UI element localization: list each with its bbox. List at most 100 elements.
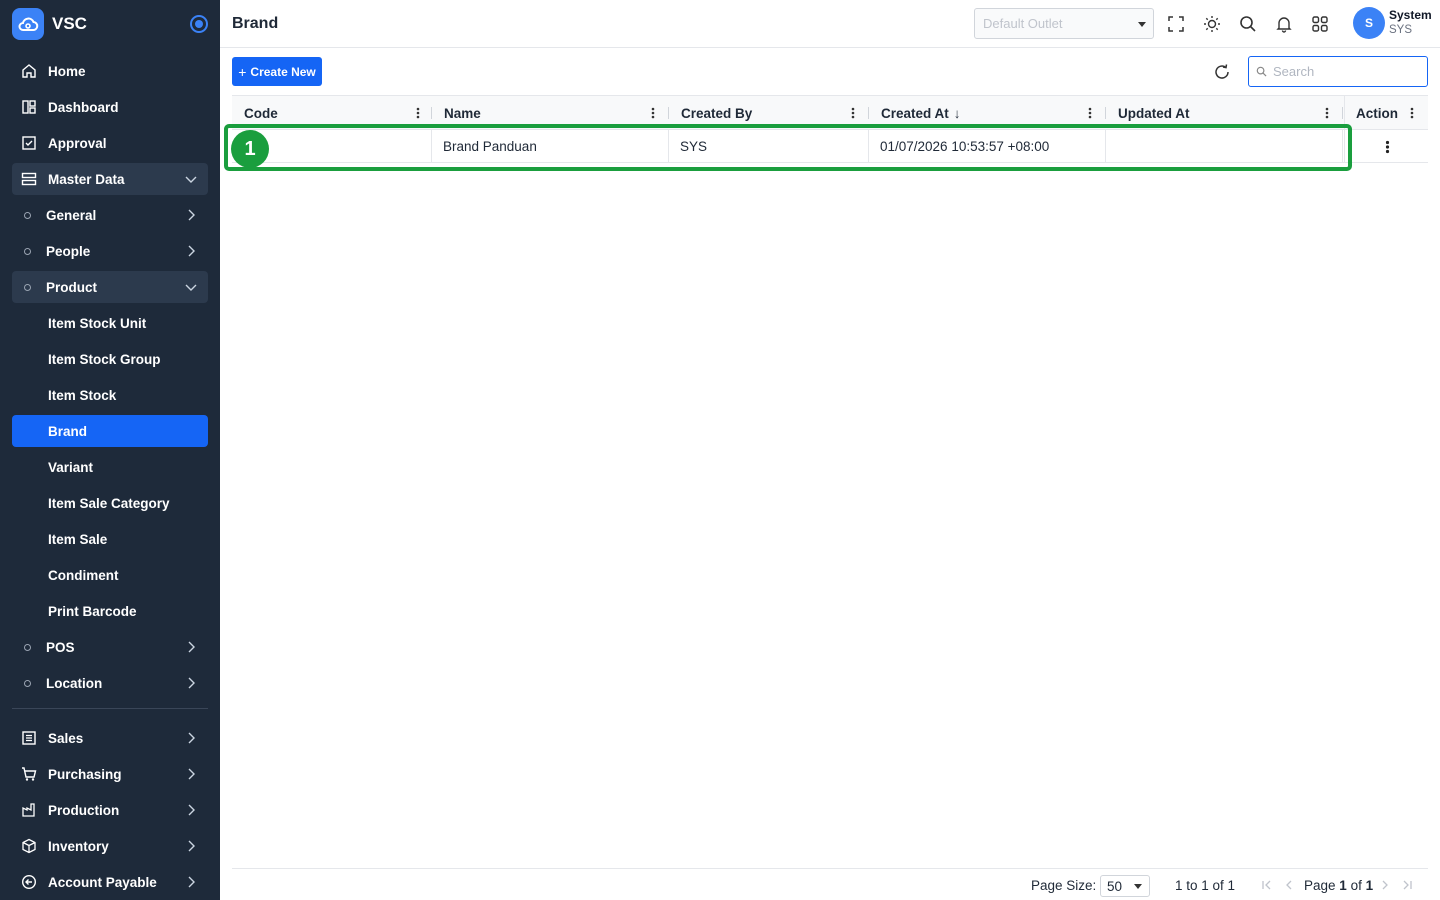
chevron-right-icon — [188, 677, 195, 689]
sidebar-item-label: Inventory — [48, 838, 109, 854]
sidebar: VSC Home Dashboard Approval Master Data … — [0, 0, 220, 900]
sidebar-item-label: Production — [48, 802, 120, 818]
sidebar-item-label: People — [46, 243, 91, 259]
sidebar-item-label: Product — [46, 279, 98, 295]
sidebar-item-label: Dashboard — [48, 99, 119, 115]
sidebar-item-label: Brand — [48, 423, 88, 439]
sidebar-item-approval[interactable]: Approval — [12, 127, 208, 159]
sidebar-item-master-data[interactable]: Master Data — [12, 163, 208, 195]
search-input[interactable] — [1273, 64, 1413, 79]
sidebar-item-location[interactable]: Location — [12, 667, 208, 699]
first-page-icon[interactable] — [1261, 879, 1273, 891]
sidebar-item-label: Account Payable — [48, 874, 157, 890]
column-header-action: Action — [1344, 96, 1428, 130]
fullscreen-icon[interactable] — [1166, 14, 1186, 34]
chevron-right-icon — [188, 804, 195, 816]
theme-sun-icon[interactable] — [1202, 14, 1222, 34]
next-page-icon[interactable] — [1379, 879, 1391, 891]
sidebar-item-variant[interactable]: Variant — [12, 451, 208, 483]
sidebar-item-item-stock-unit[interactable]: Item Stock Unit — [12, 307, 208, 339]
box-icon — [20, 837, 38, 855]
sidebar-collapse-toggle[interactable] — [190, 15, 208, 33]
column-header-label: Name — [444, 105, 481, 121]
column-menu-icon[interactable] — [1325, 107, 1329, 119]
sidebar-brand: VSC — [0, 0, 220, 48]
caret-down-icon — [1134, 884, 1142, 889]
sidebar-item-production[interactable]: Production — [12, 794, 208, 826]
sidebar-item-inventory[interactable]: Inventory — [12, 830, 208, 862]
sidebar-item-product[interactable]: Product — [12, 271, 208, 303]
sidebar-item-print-barcode[interactable]: Print Barcode — [12, 595, 208, 627]
column-menu-icon[interactable] — [1088, 107, 1092, 119]
bullet-icon — [24, 247, 31, 255]
previous-page-icon[interactable] — [1283, 879, 1295, 891]
sidebar-item-label: Print Barcode — [48, 603, 137, 619]
chevron-down-icon — [185, 176, 197, 183]
user-name: System — [1389, 8, 1432, 22]
create-new-button[interactable]: + Create New — [232, 57, 322, 86]
column-menu-icon[interactable] — [651, 107, 655, 119]
apps-grid-icon[interactable] — [1310, 14, 1330, 34]
master-data-icon — [20, 170, 38, 188]
annotation-marker: 1 — [231, 130, 269, 168]
bullet-icon — [24, 211, 31, 219]
sidebar-item-sales[interactable]: Sales — [12, 722, 208, 754]
sidebar-nav: Home Dashboard Approval Master Data Gene… — [12, 55, 208, 900]
column-menu-icon[interactable] — [1410, 107, 1414, 119]
sidebar-item-label: Location — [46, 675, 103, 691]
refresh-icon[interactable] — [1212, 62, 1232, 82]
search-icon[interactable] — [1238, 14, 1258, 34]
outlet-select[interactable]: Default Outlet — [974, 8, 1154, 39]
chevron-right-icon — [188, 840, 195, 852]
search-box[interactable] — [1248, 56, 1428, 87]
sidebar-item-account-payable[interactable]: Account Payable — [12, 866, 208, 898]
sidebar-item-general[interactable]: General — [12, 199, 208, 231]
sidebar-divider — [12, 708, 208, 709]
column-separator[interactable] — [1342, 107, 1343, 119]
chevron-right-icon — [188, 876, 195, 888]
sidebar-item-label: Purchasing — [48, 766, 122, 782]
user-code: SYS — [1389, 24, 1413, 36]
sidebar-item-item-sale-category[interactable]: Item Sale Category — [12, 487, 208, 519]
sidebar-item-item-sale[interactable]: Item Sale — [12, 523, 208, 555]
bullet-icon — [24, 283, 31, 291]
sidebar-item-label: Item Stock — [48, 387, 117, 403]
column-menu-icon[interactable] — [851, 107, 855, 119]
column-menu-icon[interactable] — [416, 107, 420, 119]
column-header-label: Created By — [681, 105, 753, 121]
sidebar-item-item-stock-group[interactable]: Item Stock Group — [12, 343, 208, 375]
sidebar-item-home[interactable]: Home — [12, 55, 208, 87]
annotation-highlight-box — [224, 124, 1352, 171]
sidebar-item-pos[interactable]: POS — [12, 631, 208, 663]
sidebar-item-label: Master Data — [48, 171, 125, 187]
cart-icon — [20, 765, 38, 783]
avatar[interactable]: S — [1353, 7, 1385, 39]
sidebar-item-label: Item Stock Unit — [48, 315, 147, 331]
sidebar-item-people[interactable]: People — [12, 235, 208, 267]
last-page-icon[interactable] — [1401, 879, 1413, 891]
row-actions-menu-icon[interactable] — [1385, 140, 1390, 154]
page-title: Brand — [232, 14, 279, 32]
column-header-label: Code — [244, 105, 278, 121]
sidebar-item-label: POS — [46, 639, 75, 655]
sidebar-item-dashboard[interactable]: Dashboard — [12, 91, 208, 123]
sales-icon — [20, 729, 38, 747]
app-name: VSC — [52, 14, 87, 33]
chevron-right-icon — [188, 641, 195, 653]
sidebar-item-item-stock[interactable]: Item Stock — [12, 379, 208, 411]
sidebar-item-label: Sales — [48, 730, 84, 746]
column-header-label: Updated At — [1118, 105, 1190, 121]
sidebar-item-brand[interactable]: Brand — [12, 415, 208, 447]
sidebar-item-purchasing[interactable]: Purchasing — [12, 758, 208, 790]
dashboard-icon — [20, 98, 38, 116]
page-indicator: Page 1 of 1 — [1304, 878, 1373, 893]
home-icon — [20, 62, 38, 80]
notification-bell-icon[interactable] — [1274, 14, 1294, 34]
cloud-logo-icon — [12, 8, 44, 40]
page-size-select[interactable]: 50 — [1100, 875, 1150, 897]
sort-descending-icon[interactable]: ↓ — [954, 106, 961, 121]
sidebar-item-label: Item Sale Category — [48, 495, 170, 511]
account-payable-icon — [20, 873, 38, 891]
sidebar-item-condiment[interactable]: Condiment — [12, 559, 208, 591]
page-prefix: Page — [1304, 878, 1336, 893]
